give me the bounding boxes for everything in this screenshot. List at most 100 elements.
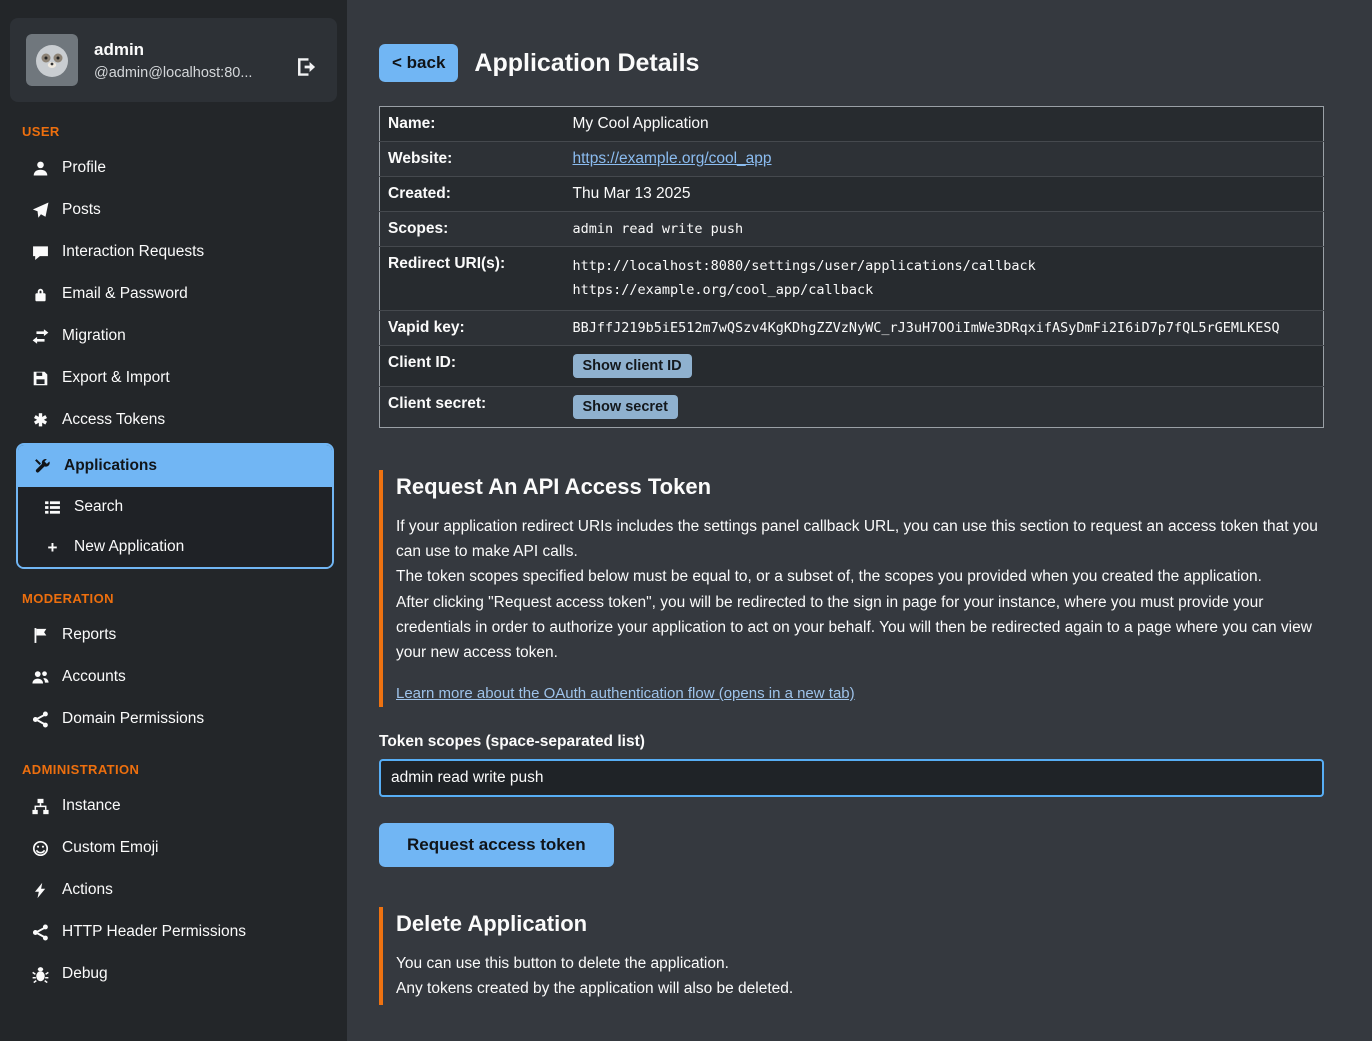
- user-handle: @admin@localhost:80...: [94, 65, 252, 81]
- token-section-title: Request An API Access Token: [396, 474, 1321, 500]
- sidebar-item-access-tokens[interactable]: ✱ Access Tokens: [0, 399, 347, 441]
- token-section-paragraph: The token scopes specified below must be…: [396, 564, 1321, 589]
- request-access-token-button[interactable]: Request access token: [379, 823, 614, 867]
- redirect-uri: https://example.org/cool_app/callback: [573, 279, 1316, 303]
- sidebar-item-migration[interactable]: Migration: [0, 315, 347, 357]
- show-client-id-button[interactable]: Show client ID: [573, 354, 692, 378]
- table-row-client-secret: Client secret: Show secret: [380, 387, 1324, 428]
- sidebar-item-applications-search[interactable]: Search: [18, 487, 332, 527]
- sidebar-item-label: HTTP Header Permissions: [62, 923, 246, 941]
- sitemap-icon: [32, 798, 49, 815]
- nav-user: Profile Posts Interaction Requests Email…: [0, 147, 347, 569]
- token-section-paragraph: If your application redirect URIs includ…: [396, 514, 1321, 564]
- sidebar-item-label: Instance: [62, 797, 121, 815]
- show-secret-button[interactable]: Show secret: [573, 395, 678, 419]
- nav-administration: Instance Custom Emoji Actions HTTP Heade…: [0, 785, 347, 995]
- sidebar-item-label: Export & Import: [62, 369, 170, 387]
- table-row-created: Created: Thu Mar 13 2025: [380, 177, 1324, 212]
- username: admin: [94, 40, 252, 60]
- detail-value-vapid: BBJffJ219b5iE512m7wQSzv4KgKDhgZZVzNyWC_r…: [565, 311, 1324, 346]
- sign-out-icon[interactable]: [295, 56, 317, 78]
- delete-section-line: Any tokens created by the application wi…: [396, 976, 1321, 1001]
- detail-label: Client ID:: [380, 346, 565, 387]
- main-content: < back Application Details Name: My Cool…: [347, 0, 1372, 1041]
- user-icon: [32, 160, 49, 177]
- sidebar-item-label: Domain Permissions: [62, 710, 204, 728]
- sidebar-item-accounts[interactable]: Accounts: [0, 656, 347, 698]
- page-title: Application Details: [474, 49, 699, 78]
- nav-moderation: Reports Accounts Domain Permissions: [0, 614, 347, 740]
- certificate-icon: ✱: [32, 412, 49, 429]
- sidebar: admin @admin@localhost:80... USER Profil…: [0, 0, 347, 1041]
- detail-value-scopes: admin read write push: [565, 212, 1324, 247]
- table-row-vapid-key: Vapid key: BBJffJ219b5iE512m7wQSzv4KgKDh…: [380, 311, 1324, 346]
- token-scopes-input[interactable]: [379, 759, 1324, 797]
- sidebar-item-label: Interaction Requests: [62, 243, 204, 261]
- users-icon: [32, 669, 49, 686]
- sidebar-item-label: Accounts: [62, 668, 126, 686]
- table-row-scopes: Scopes: admin read write push: [380, 212, 1324, 247]
- network-icon: [32, 924, 49, 941]
- lock-icon: [32, 286, 49, 303]
- sidebar-item-label: Profile: [62, 159, 106, 177]
- detail-label: Vapid key:: [380, 311, 565, 346]
- sidebar-item-http-header-permissions[interactable]: HTTP Header Permissions: [0, 911, 347, 953]
- section-header-administration: ADMINISTRATION: [22, 762, 347, 777]
- detail-label: Client secret:: [380, 387, 565, 428]
- user-card[interactable]: admin @admin@localhost:80...: [10, 18, 337, 102]
- sidebar-item-debug[interactable]: Debug: [0, 953, 347, 995]
- table-row-redirect-uris: Redirect URI(s): http://localhost:8080/s…: [380, 247, 1324, 311]
- sidebar-item-reports[interactable]: Reports: [0, 614, 347, 656]
- sidebar-item-custom-emoji[interactable]: Custom Emoji: [0, 827, 347, 869]
- sidebar-item-label: Search: [74, 498, 123, 516]
- detail-value: My Cool Application: [565, 107, 1324, 142]
- paper-plane-icon: [32, 202, 49, 219]
- sidebar-item-instance[interactable]: Instance: [0, 785, 347, 827]
- detail-label: Website:: [380, 142, 565, 177]
- back-button[interactable]: < back: [379, 44, 458, 82]
- oauth-docs-link[interactable]: Learn more about the OAuth authenticatio…: [396, 685, 855, 702]
- section-header-user: USER: [22, 124, 347, 139]
- sidebar-item-export-import[interactable]: Export & Import: [0, 357, 347, 399]
- sidebar-item-actions[interactable]: Actions: [0, 869, 347, 911]
- flag-icon: [32, 627, 49, 644]
- sidebar-item-applications[interactable]: Applications: [18, 445, 332, 487]
- delete-section: Delete Application You can use this butt…: [379, 907, 1321, 1005]
- sidebar-item-label: New Application: [74, 538, 184, 556]
- floppy-disk-icon: [32, 370, 49, 387]
- plus-icon: +: [44, 539, 61, 556]
- exchange-icon: [32, 328, 49, 345]
- sidebar-item-label: Custom Emoji: [62, 839, 158, 857]
- page-header: < back Application Details: [379, 44, 1330, 82]
- applications-group: Applications Search + New Application: [16, 443, 334, 569]
- sidebar-item-posts[interactable]: Posts: [0, 189, 347, 231]
- application-details-table: Name: My Cool Application Website: https…: [379, 106, 1324, 428]
- delete-section-line: You can use this button to delete the ap…: [396, 951, 1321, 976]
- detail-label: Name:: [380, 107, 565, 142]
- smiley-icon: [32, 840, 49, 857]
- sidebar-item-label: Reports: [62, 626, 116, 644]
- sidebar-item-profile[interactable]: Profile: [0, 147, 347, 189]
- sidebar-item-email-password[interactable]: Email & Password: [0, 273, 347, 315]
- table-row-website: Website: https://example.org/cool_app: [380, 142, 1324, 177]
- detail-value: Thu Mar 13 2025: [565, 177, 1324, 212]
- website-link[interactable]: https://example.org/cool_app: [573, 150, 772, 167]
- tools-icon: [34, 458, 51, 475]
- sidebar-item-new-application[interactable]: + New Application: [18, 527, 332, 567]
- sidebar-item-label: Migration: [62, 327, 126, 345]
- table-row-name: Name: My Cool Application: [380, 107, 1324, 142]
- detail-label: Scopes:: [380, 212, 565, 247]
- bug-icon: [32, 966, 49, 983]
- sidebar-item-label: Email & Password: [62, 285, 188, 303]
- sidebar-item-label: Posts: [62, 201, 101, 219]
- sidebar-item-domain-permissions[interactable]: Domain Permissions: [0, 698, 347, 740]
- token-scopes-label: Token scopes (space-separated list): [379, 733, 1330, 751]
- table-row-client-id: Client ID: Show client ID: [380, 346, 1324, 387]
- share-nodes-icon: [32, 711, 49, 728]
- applications-subnav: Search + New Application: [18, 487, 332, 567]
- detail-label: Redirect URI(s):: [380, 247, 565, 311]
- sidebar-item-interaction-requests[interactable]: Interaction Requests: [0, 231, 347, 273]
- delete-section-title: Delete Application: [396, 911, 1321, 937]
- section-header-moderation: MODERATION: [22, 591, 347, 606]
- token-section: Request An API Access Token If your appl…: [379, 470, 1321, 707]
